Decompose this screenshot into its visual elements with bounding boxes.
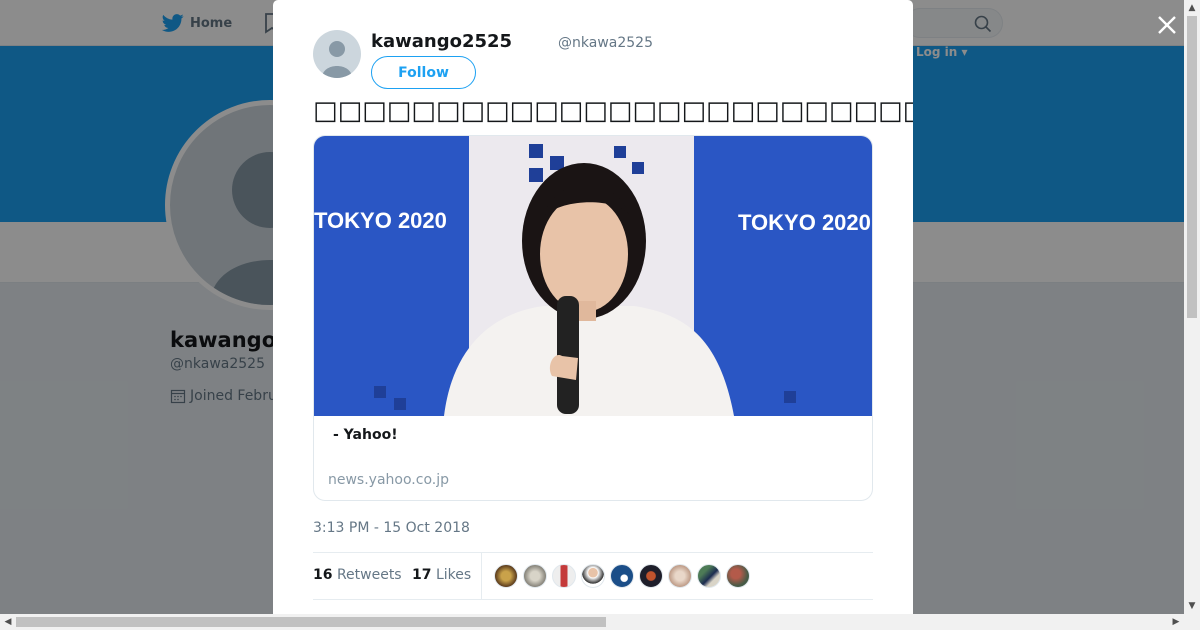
card-image-banner-text-left: TOKYO 2020 <box>314 208 447 233</box>
card-domain: news.yahoo.co.jp <box>328 472 449 488</box>
liker-avatar[interactable] <box>610 564 634 588</box>
follow-button[interactable]: Follow <box>371 56 476 89</box>
liker-avatar[interactable] <box>552 564 576 588</box>
likes-label: Likes <box>435 567 472 583</box>
close-button[interactable] <box>1155 13 1179 37</box>
tweet-text: □□□□□□□□□□□□□□□□□□□□□□□□□□□□□□□□□□□□□□□□… <box>313 96 913 126</box>
tweet-modal: kawango2525 @nkawa2525 Follow □□□□□□□□□□… <box>273 0 913 614</box>
tweet-author: kawango2525 @nkawa2525 Follow <box>313 30 873 90</box>
vertical-scroll-thumb[interactable] <box>1187 16 1197 318</box>
tweet-stats: 16 Retweets 17 Likes <box>313 552 873 600</box>
horizontal-scroll-thumb[interactable] <box>16 617 606 627</box>
liker-avatar[interactable] <box>668 564 692 588</box>
retweets-count: 16 <box>313 567 333 583</box>
horizontal-scrollbar[interactable]: ◀ ▶ <box>0 614 1200 630</box>
scroll-right-arrow-icon[interactable]: ▶ <box>1168 614 1184 630</box>
author-handle[interactable]: @nkawa2525 <box>558 35 653 51</box>
likers-avatars <box>494 564 750 588</box>
likes-stat[interactable]: 17 Likes <box>412 567 471 583</box>
tweet-timestamp[interactable]: 3:13 PM - 15 Oct 2018 <box>313 520 470 536</box>
default-avatar-icon <box>322 41 352 78</box>
author-name[interactable]: kawango2525 <box>371 31 512 52</box>
author-avatar[interactable] <box>313 30 361 78</box>
scroll-up-arrow-icon[interactable]: ▲ <box>1184 0 1200 16</box>
likes-count: 17 <box>412 567 432 583</box>
liker-avatar[interactable] <box>494 564 518 588</box>
retweets-stat[interactable]: 16 Retweets <box>313 567 402 583</box>
card-image-banner-text-right: TOKYO 2020 <box>738 210 871 235</box>
liker-avatar[interactable] <box>697 564 721 588</box>
liker-avatar[interactable] <box>523 564 547 588</box>
vertical-scrollbar[interactable]: ▲ ▼ <box>1184 0 1200 614</box>
scroll-down-arrow-icon[interactable]: ▼ <box>1184 598 1200 614</box>
liker-avatar[interactable] <box>581 564 605 588</box>
retweets-label: Retweets <box>336 567 402 583</box>
card-title: - Yahoo! <box>333 427 398 443</box>
liker-avatar[interactable] <box>639 564 663 588</box>
liker-avatar[interactable] <box>726 564 750 588</box>
card-image: TOKYO 2020 TOKYO 2020 <box>314 136 872 416</box>
scroll-left-arrow-icon[interactable]: ◀ <box>0 614 16 630</box>
stats-divider <box>481 553 482 600</box>
close-icon <box>1158 16 1176 34</box>
link-card[interactable]: TOKYO 2020 TOKYO 2020 - Yahoo! news.yaho… <box>313 135 873 501</box>
